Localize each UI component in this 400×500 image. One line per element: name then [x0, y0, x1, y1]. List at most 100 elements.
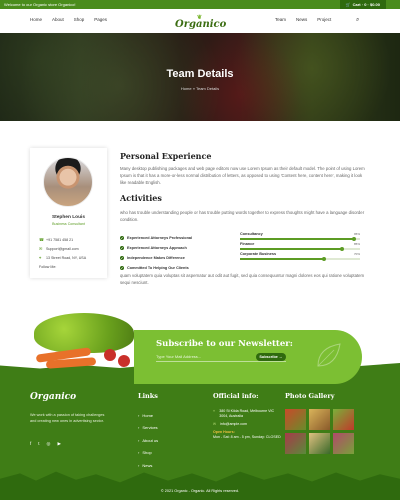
location-icon: ⌖: [213, 409, 216, 413]
top-bar: Welcome to our Organic store Organico! 🛒…: [0, 0, 400, 9]
chevron-right-icon: ›: [138, 450, 140, 456]
footer-links: › Home › Services › About us › Shop › News: [138, 409, 158, 472]
copyright-text: © 2021 Organic - Organic. All Rights res…: [160, 489, 240, 493]
newsletter-banner: Subscribe to our Newsletter: Subscribe →: [134, 330, 362, 384]
nav-item-news[interactable]: News: [296, 17, 307, 22]
welcome-text: Welcome to our Organic store Organico!: [4, 2, 76, 7]
skill-finance: Finance 85%: [240, 242, 360, 252]
contact-info: ☎ +91 7581 458 21 ✉ Support@gmail.com ⌖ 13 …: [39, 235, 86, 262]
check-icon: ✓: [120, 256, 124, 260]
progress-fill: [240, 248, 342, 250]
gallery-photo[interactable]: [309, 409, 330, 430]
check-icon: ✓: [120, 236, 124, 240]
hero-banner: Team Details Home » Team Details: [0, 33, 400, 121]
subscribe-button[interactable]: Subscribe →: [256, 353, 286, 361]
vegetables-image: [26, 313, 146, 375]
check-label: Independence Makes Difference: [127, 256, 185, 260]
cart-button[interactable]: 🛒 Cart · 0 · $0.00: [339, 0, 386, 9]
instagram-icon[interactable]: ◎: [47, 441, 51, 447]
footer-link-shop[interactable]: Shop: [142, 450, 151, 455]
breadcrumb-home[interactable]: Home: [181, 86, 192, 91]
photo-gallery: [285, 409, 354, 454]
chevron-right-icon: ›: [138, 412, 140, 418]
mail-icon: ✉: [39, 246, 43, 251]
skill-percent: 70%: [353, 252, 360, 256]
progress-track: [240, 237, 360, 241]
closing-text: quam voluptatem quia voluptas sit aspern…: [120, 273, 365, 285]
check-label: Committed To Helping Our Clients: [127, 266, 189, 270]
gallery-photo[interactable]: [333, 433, 354, 454]
profile-name: Stephen Louis: [51, 215, 86, 220]
official-info: ⌖ 380 St Kilda Road, Melbourne VIC 3004, …: [213, 409, 283, 440]
skill-label: Corporate Business: [240, 252, 277, 256]
hours-text: Mon - Sat: 8 am - 5 pm, Sunday: CLOSED: [213, 435, 281, 439]
progress-handle: [340, 247, 344, 251]
nav-item-home[interactable]: Home: [30, 17, 42, 22]
list-item: ✓ Independence Makes Difference: [120, 253, 192, 263]
check-label: Experienced Attorneys Professional: [127, 236, 193, 240]
profile-address: 13 Street Road, NY, USA: [46, 255, 87, 260]
leaf-icon: [317, 343, 341, 367]
gallery-photo[interactable]: [333, 409, 354, 430]
footer-logo[interactable]: Organico: [30, 392, 76, 402]
twitter-icon[interactable]: t: [38, 441, 39, 447]
skill-consultancy: Consultancy 95%: [240, 232, 360, 242]
list-item: ✓ Experienced Attorneys Professional: [120, 233, 192, 243]
skill-percent: 85%: [353, 242, 360, 246]
footer-link-home[interactable]: Home: [142, 413, 153, 418]
facebook-icon[interactable]: f: [30, 441, 31, 447]
profile-phone[interactable]: +91 7581 458 21: [46, 238, 73, 242]
progress-handle: [322, 257, 326, 261]
nav-item-shop[interactable]: Shop: [74, 17, 85, 22]
gallery-photo[interactable]: [285, 409, 306, 430]
progress-fill: [240, 258, 324, 260]
phone-icon: ☎: [39, 237, 44, 242]
nav-left: Home About Shop Pages: [30, 17, 107, 22]
progress-handle: [352, 237, 356, 241]
tomato-image: [104, 349, 116, 361]
gallery-heading: Photo Gallery: [285, 392, 335, 400]
chevron-right-icon: ›: [138, 462, 140, 468]
check-icon: ✓: [120, 246, 124, 250]
nav-item-pages[interactable]: Pages: [94, 17, 107, 22]
nav-item-team[interactable]: Team: [275, 17, 286, 22]
footer-link-services[interactable]: Services: [142, 425, 157, 430]
progress-track: [240, 257, 360, 261]
social-links: f t ◎ ▶: [30, 441, 61, 447]
main-nav: Home About Shop Pages Organico ❦ Team Ne…: [0, 9, 400, 33]
profile-email[interactable]: Support@gmail.com: [46, 247, 79, 251]
skill-label: Finance: [240, 242, 255, 246]
profile-card: Stephen Louis Business Consultant ☎ +91 7…: [30, 148, 107, 278]
tomato-image: [118, 355, 130, 367]
check-icon: ✓: [120, 266, 124, 270]
footer-link-about[interactable]: About us: [142, 438, 158, 443]
gallery-photo[interactable]: [309, 433, 330, 454]
experience-text: Many desktop publishing packages and web…: [120, 166, 365, 185]
avatar: [43, 157, 93, 207]
chevron-right-icon: ›: [138, 425, 140, 431]
youtube-icon[interactable]: ▶: [57, 441, 60, 447]
activities-heading: Activities: [120, 193, 162, 203]
site-logo[interactable]: Organico ❦: [175, 14, 226, 30]
nav-item-about[interactable]: About: [52, 17, 64, 22]
cart-icon: 🛒: [345, 2, 351, 7]
mail-icon: ✉: [213, 422, 217, 426]
location-icon: ⌖: [39, 255, 42, 260]
search-icon[interactable]: ⌕: [356, 17, 359, 24]
breadcrumb: Home » Team Details: [0, 86, 400, 91]
page-title: Team Details: [166, 68, 234, 80]
links-heading: Links: [138, 392, 158, 400]
skill-bars: Consultancy 95% Finance 85% Corporate Bu…: [240, 232, 360, 262]
footer-link-news[interactable]: News: [142, 463, 152, 468]
skill-percent: 95%: [353, 232, 360, 236]
footer-email[interactable]: info@ample.com: [220, 422, 247, 427]
gallery-photo[interactable]: [285, 433, 306, 454]
info-heading: Official info:: [213, 392, 259, 400]
skill-corporate: Corporate Business 70%: [240, 252, 360, 262]
progress-track: [240, 247, 360, 251]
breadcrumb-current: Team Details: [195, 86, 220, 91]
nav-item-project[interactable]: Project: [317, 17, 331, 22]
nav-right: Team News Project: [275, 17, 331, 22]
experience-heading: Personal Experience: [120, 151, 212, 161]
breadcrumb-separator: »: [192, 86, 195, 91]
